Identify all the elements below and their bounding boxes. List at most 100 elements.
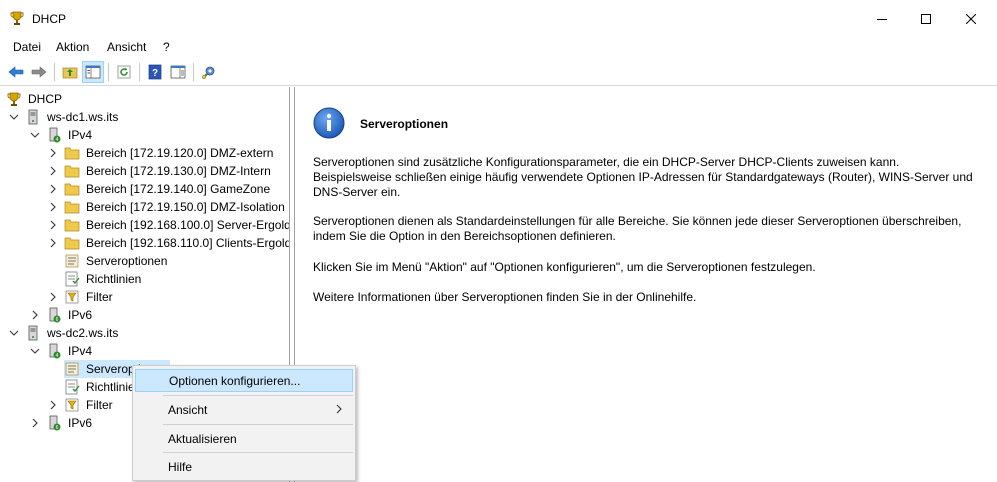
menu-item-aktualisieren[interactable]: Aktualisieren <box>135 427 353 450</box>
tree-node-scope[interactable]: Bereich [172.19.130.0] DMZ-Intern <box>48 162 273 180</box>
ipv6-icon: 6 <box>49 415 61 431</box>
menu-help[interactable]: ? <box>163 40 170 54</box>
content-title: Serveroptionen <box>360 117 449 131</box>
tree-node-server1-ipv4[interactable]: 4 IPv4 <box>30 126 94 144</box>
back-arrow-icon <box>8 66 24 78</box>
dhcp-trophy-icon <box>7 92 21 106</box>
tree-label: Bereich [172.19.120.0] DMZ-extern <box>86 146 274 160</box>
chevron-right-icon <box>50 238 56 248</box>
folder-icon <box>64 237 80 250</box>
svg-text:4: 4 <box>56 137 59 143</box>
tree-node-server1-filter[interactable]: Filter <box>48 288 115 306</box>
options-icon <box>65 362 79 376</box>
chevron-right-icon <box>50 202 56 212</box>
policies-icon <box>65 379 80 395</box>
ipv6-icon: 6 <box>49 307 61 323</box>
filter-icon <box>65 290 79 304</box>
properties-pane-icon <box>170 65 186 79</box>
folder-icon <box>64 147 80 160</box>
up-level-button[interactable] <box>59 61 81 83</box>
tree-node-scope[interactable]: Bereich [172.19.150.0] DMZ-Isolation <box>48 198 287 216</box>
server-icon <box>28 325 38 341</box>
tree-node-server1-serveroptionen[interactable]: Serveroptionen <box>64 252 169 270</box>
dhcp-trophy-icon <box>10 11 24 25</box>
menu-item-hilfe[interactable]: Hilfe <box>135 455 353 478</box>
info-icon <box>313 107 345 139</box>
refresh-button[interactable] <box>113 61 135 83</box>
tree-label: IPv4 <box>68 128 93 142</box>
tree-node-server2-ipv6[interactable]: 6 IPv6 <box>30 414 94 432</box>
tree-label: DHCP <box>28 92 63 106</box>
chevron-right-icon <box>50 166 56 176</box>
back-button[interactable] <box>5 61 27 83</box>
tree-node-dhcp-root[interactable]: DHCP <box>6 90 64 108</box>
menu-item-optionen-konfigurieren[interactable]: Optionen konfigurieren... <box>135 369 353 392</box>
svg-text:6: 6 <box>56 425 59 431</box>
chevron-right-icon <box>336 404 342 414</box>
chevron-down-icon <box>9 114 19 120</box>
policies-icon <box>65 271 80 287</box>
help-book-icon: ? <box>148 64 162 80</box>
server-icon <box>28 109 38 125</box>
chevron-right-icon <box>50 292 56 302</box>
folder-icon <box>64 201 80 214</box>
tree-node-server1-ipv6[interactable]: 6 IPv6 <box>30 306 94 324</box>
show-hide-console-tree-button[interactable] <box>82 61 104 83</box>
window-title: DHCP <box>32 12 67 26</box>
forward-arrow-icon <box>31 66 47 78</box>
filter-icon <box>65 398 79 412</box>
dhcp-add-server-button[interactable] <box>198 61 220 83</box>
chevron-right-icon <box>32 310 38 320</box>
ipv4-icon: 4 <box>49 127 61 143</box>
tree-label: Filter <box>86 398 113 412</box>
options-icon <box>65 254 79 268</box>
tree-label: Bereich [172.19.150.0] DMZ-Isolation <box>86 200 285 214</box>
folder-icon <box>64 219 80 232</box>
tree-label: Filter <box>86 290 113 304</box>
tree-node-server1[interactable]: ws-dc1.ws.its <box>9 108 120 126</box>
close-button[interactable] <box>948 0 994 38</box>
tree-node-server2[interactable]: ws-dc2.ws.its <box>9 324 120 342</box>
tree-node-server2-richtlinien[interactable]: Richtlinie <box>64 378 137 396</box>
tree-node-server2-filter[interactable]: Filter <box>48 396 115 414</box>
properties-button[interactable] <box>167 61 189 83</box>
menu-datei[interactable]: Datei <box>13 40 41 54</box>
content-paragraph: Serveroptionen dienen als Standardeinste… <box>313 214 973 244</box>
chevron-down-icon <box>9 330 19 336</box>
tree-node-scope[interactable]: Bereich [192.168.100.0] Server-Ergoldsb <box>48 216 290 234</box>
chevron-down-icon <box>30 132 40 138</box>
refresh-icon <box>117 65 131 79</box>
toolbar: ? <box>0 58 997 86</box>
paragraph-line: indem Sie die Option in den Bereichsopti… <box>313 229 616 243</box>
tree-node-scope[interactable]: Bereich [192.168.110.0] Clients-Ergolds <box>48 234 289 252</box>
maximize-button[interactable] <box>903 0 949 38</box>
title-bar[interactable]: DHCP <box>0 0 997 38</box>
chevron-down-icon <box>30 348 40 354</box>
tree-node-scope[interactable]: Bereich [172.19.140.0] GameZone <box>48 180 272 198</box>
tree-label: Bereich [192.168.100.0] Server-Ergoldsb <box>86 218 290 232</box>
menu-ansicht[interactable]: Ansicht <box>107 40 146 54</box>
svg-text:4: 4 <box>56 353 59 359</box>
context-menu: Optionen konfigurieren... Ansicht Aktual… <box>132 365 356 481</box>
minimize-button[interactable] <box>859 0 905 38</box>
tree-label: ws-dc1.ws.its <box>47 110 119 124</box>
tree-label: Richtlinie <box>86 380 135 394</box>
paragraph-line: Klicken Sie im Menü "Aktion" auf "Option… <box>313 260 816 274</box>
network-gear-icon <box>201 66 215 80</box>
menu-item-ansicht[interactable]: Ansicht <box>135 398 353 421</box>
folder-up-icon <box>62 67 78 79</box>
content-paragraph: Weitere Informationen über Serveroptione… <box>313 290 973 305</box>
tree-label: IPv6 <box>68 308 93 322</box>
menu-item-label: Optionen konfigurieren... <box>169 373 301 388</box>
tree-node-scope[interactable]: Bereich [172.19.120.0] DMZ-extern <box>48 144 275 162</box>
menu-item-label: Aktualisieren <box>168 431 237 446</box>
paragraph-line: DNS-Server ein. <box>313 185 401 199</box>
help-button[interactable]: ? <box>144 61 166 83</box>
chevron-right-icon <box>50 220 56 230</box>
menu-aktion[interactable]: Aktion <box>56 40 89 54</box>
tree-node-server1-richtlinien[interactable]: Richtlinien <box>64 270 143 288</box>
svg-text:?: ? <box>152 68 158 79</box>
tree-node-server2-ipv4[interactable]: 4 IPv4 <box>30 342 94 360</box>
result-pane: Serveroptionen Serveroptionen sind zusät… <box>294 87 997 482</box>
forward-button[interactable] <box>28 61 50 83</box>
